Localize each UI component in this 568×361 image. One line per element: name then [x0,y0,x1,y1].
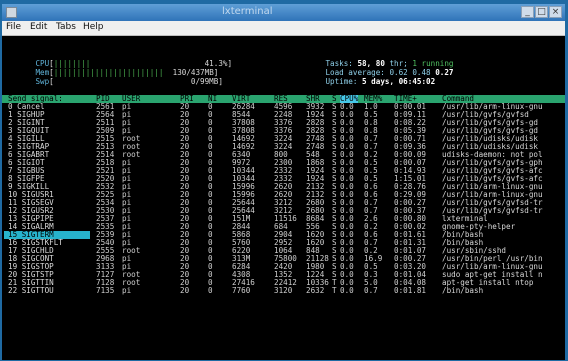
cell-res: 3120 [274,286,293,295]
swap-meter: Swp[ 0/99MB] [35,76,223,86]
menu-file[interactable]: File [6,22,21,32]
cell-pri: 20 [180,286,190,295]
cell-pid: 7135 [96,286,115,295]
uptime-summary: Uptime: 5 days, 06:45:02 [325,76,436,86]
window-title: lxterminal [222,6,273,17]
close-button[interactable]: × [549,6,562,18]
load-15: 0.27 [435,67,454,77]
table-row[interactable]: 7135 pi 20 0 7760 3120 2632 T 0.0 0.7 0:01.81/bin/… [2,287,565,295]
cell-ni: 0 [208,286,213,295]
swap-meter-label: Swp [35,76,50,86]
cell-user: pi [122,286,132,295]
uptime-value: 5 days, 06:45:02 [362,76,436,86]
cell-time: 0:01.81 [394,286,427,295]
cell-cpu: 0.0 [340,286,354,295]
menu-bar: File Edit Tabs Help [2,21,565,36]
maximize-button[interactable]: □ [535,6,548,18]
menu-edit[interactable]: Edit [30,22,47,32]
menu-help[interactable]: Help [83,22,104,32]
cell-mem: 0.7 [364,286,378,295]
minimize-button[interactable]: _ [521,6,534,18]
cell-state: T [332,286,337,295]
menu-tabs[interactable]: Tabs [56,22,76,32]
title-bar[interactable]: lxterminal _ □ × [2,4,565,21]
terminal-window: lxterminal _ □ × File Edit Tabs Help CPU… [2,4,565,360]
terminal-area[interactable]: CPU[|||||||| 41.3%] Mem[||||||||||||||||… [2,36,565,360]
cell-command: /bin/bash [442,286,484,295]
cell-shr: 2632 [306,286,325,295]
terminal-app-icon [6,7,17,18]
swap-meter-value: 0/99MB [190,76,219,86]
cell-virt: 7760 [232,286,251,295]
